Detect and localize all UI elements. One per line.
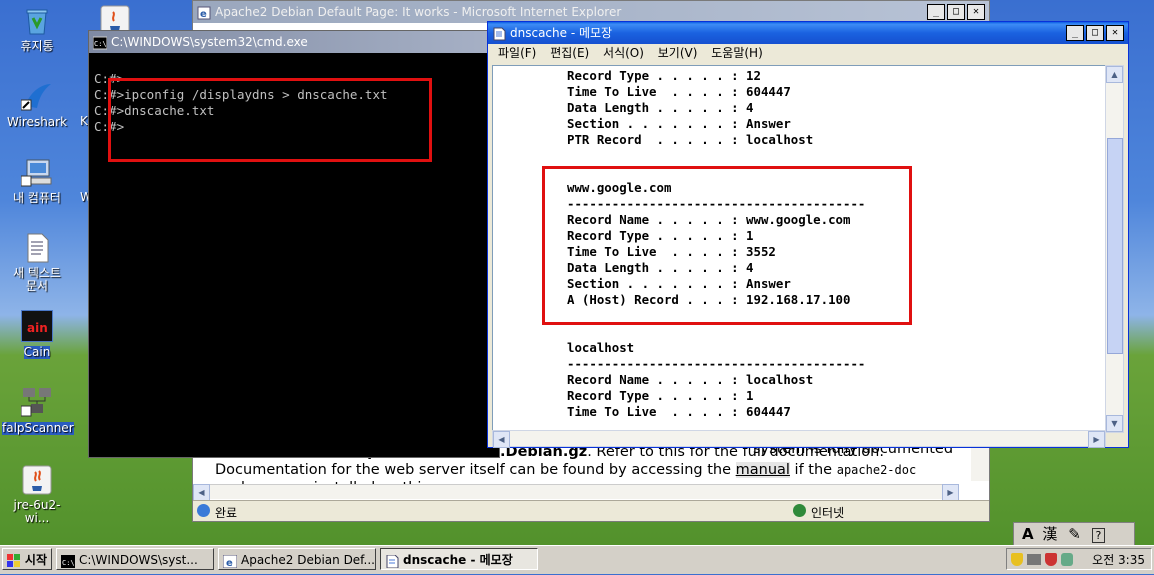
notepad-icon [385,553,399,569]
notepad-line: Record Type . . . . . : 12 [567,68,761,83]
cmd-highlight-box [108,78,432,162]
scroll-up-button[interactable]: ▲ [1106,66,1123,83]
svg-text:ain: ain [27,321,48,335]
cmd-title: C:\WINDOWS\system32\cmd.exe [111,35,308,49]
notepad-minimize-button[interactable]: _ [1066,25,1084,41]
notepad-line [567,148,865,164]
text-document-icon [21,232,53,264]
ie-close-button[interactable]: ✕ [967,4,985,20]
volume-tray-icon[interactable] [1061,553,1073,566]
notepad-line: Time To Live . . . . : 604447 [567,404,791,419]
notepad-title: dnscache - 메모장 [510,26,613,40]
ie-zone-text: 인터넷 [811,506,845,520]
desktop-partial-label-k: K [80,114,88,128]
task-notepad[interactable]: dnscache - 메모장 [380,548,538,570]
menu-edit[interactable]: 편집(E) [550,46,589,60]
network-tray-icon[interactable] [1027,554,1041,565]
ie-icon: e [197,5,211,20]
desktop-icon-wireshark[interactable]: Wireshark [2,80,72,129]
cmd-icon: C:\ [92,35,108,50]
ie-statusbar: 완료 인터넷 [193,500,989,521]
ie-icon: e [222,553,238,569]
notepad-line: Record Name . . . . . : localhost [567,372,814,387]
notepad-line: Record Type . . . . . : 1 [567,388,754,403]
cmd-titlebar[interactable]: C:\ C:\WINDOWS\system32\cmd.exe [89,31,499,53]
apache2-doc-code: apache2-doc [836,463,917,477]
ie-maximize-button[interactable]: □ [947,4,965,20]
notepad-line: Section . . . . . . . : Answer [567,116,791,131]
svg-text:e: e [200,9,207,20]
svg-text:C:\: C:\ [62,559,75,567]
taskbar: 시작 C:\ C:\WINDOWS\syst... e Apache2 Debi… [0,545,1154,574]
ime-mode[interactable]: A [1022,525,1034,543]
svg-text:e: e [226,558,233,568]
menu-format[interactable]: 서식(O) [603,46,644,60]
notepad-line: Time To Live . . . . : 604447 [567,84,791,99]
notepad-icon [492,26,506,41]
system-tray: 오전 3:35 [1006,548,1152,570]
notepad-line: PTR Record . . . . . : localhost [567,132,814,147]
antivirus-tray-icon[interactable] [1045,553,1057,566]
ime-settings-icon[interactable]: ✎ [1068,525,1081,543]
ie-minimize-button[interactable]: _ [927,4,945,20]
internet-zone-icon [793,504,806,517]
menu-view[interactable]: 보기(V) [658,46,698,60]
wireshark-icon [20,80,53,112]
task-cmd[interactable]: C:\ C:\WINDOWS\syst... [56,548,214,570]
desktop-icon-jre[interactable]: jre-6u2-wi... [2,464,72,525]
manual-link[interactable]: manual [735,462,790,478]
ie-horizontal-scrollbar[interactable]: ◀ ▶ [193,484,959,501]
cain-icon: ain [20,309,54,343]
ie-scroll-left-button[interactable]: ◀ [193,484,210,501]
network-icon [20,386,53,418]
desktop-icon-new-text[interactable]: 새 텍스트 문서 [2,232,72,293]
ie-title: Apache2 Debian Default Page: It works - … [215,5,622,19]
notepad-line: ---------------------------------------- [567,356,866,371]
page-done-icon [197,504,210,517]
scroll-right-button[interactable]: ▶ [1088,431,1105,448]
my-computer-icon [20,156,53,188]
security-shield-icon[interactable] [1011,553,1023,566]
notepad-vertical-scrollbar[interactable]: ▲ ▼ [1105,65,1124,433]
ime-toolbar[interactable]: A 漢 ✎ ? [1013,522,1135,546]
notepad-line: localhost [567,340,635,355]
notepad-line [567,324,865,340]
ie-scroll-right-button[interactable]: ▶ [942,484,959,501]
clock[interactable]: 오전 3:35 [1092,549,1145,571]
cmd-icon: C:\ [61,553,75,568]
ie-titlebar[interactable]: e Apache2 Debian Default Page: It works … [193,1,989,23]
svg-text:C:\: C:\ [94,40,107,48]
ie-status-text: 완료 [215,506,238,520]
scroll-left-button[interactable]: ◀ [493,431,510,448]
menu-file[interactable]: 파일(F) [498,46,536,60]
windows-logo-icon [7,553,21,567]
ime-help-icon[interactable]: ? [1091,528,1106,543]
notepad-close-button[interactable]: ✕ [1106,25,1124,41]
desktop-icon-my-computer[interactable]: 내 컴퓨터 [2,156,72,205]
desktop-icon-falpscanner[interactable]: falpScanner [2,386,74,435]
ime-hanja[interactable]: 漢 [1042,525,1057,543]
notepad-menubar: 파일(F) 편집(E) 서식(O) 보기(V) 도움말(H) [488,44,1128,63]
ie-content-line2: Documentation for the web server itself … [215,462,917,478]
notepad-line: Data Length . . . . . : 4 [567,100,754,115]
notepad-maximize-button[interactable]: □ [1086,25,1104,41]
start-button[interactable]: 시작 [2,548,52,570]
java-icon [21,464,53,496]
menu-help[interactable]: 도움말(H) [711,46,763,60]
google-record-highlight-box [542,166,912,325]
notepad-horizontal-scrollbar[interactable]: ◀ ▶ [492,430,1106,448]
scroll-down-button[interactable]: ▼ [1106,415,1123,432]
notepad-titlebar[interactable]: dnscache - 메모장 _ □ ✕ [488,22,1128,44]
recycle-bin-icon [21,4,53,36]
desktop-icon-recycle-bin[interactable]: 휴지통 [2,4,72,53]
desktop-icon-cain[interactable]: ain Cain [2,309,72,359]
task-ie[interactable]: e Apache2 Debian Def... [218,548,376,570]
scroll-thumb[interactable] [1107,138,1123,354]
